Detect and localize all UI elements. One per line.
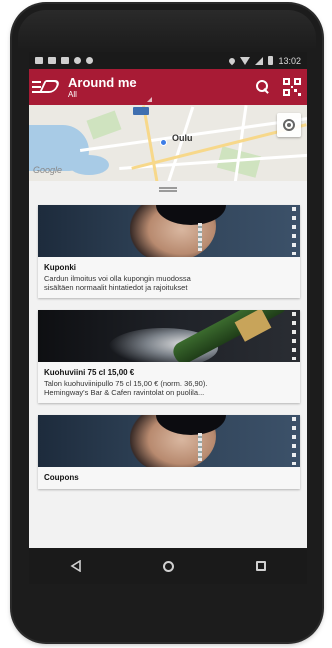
coupon-perforation — [292, 416, 296, 465]
android-nav-bar — [29, 548, 307, 584]
message-icon — [35, 57, 43, 64]
offer-card[interactable]: Kuohuviini 75 cl 15,00 € Talon kuohuviin… — [38, 309, 300, 403]
crosshair-icon — [283, 119, 295, 131]
page-title: Around me — [68, 74, 137, 90]
offer-title: Kuohuviini 75 cl 15,00 € — [44, 367, 135, 377]
drag-handle-icon — [159, 186, 177, 192]
map-road — [166, 106, 195, 181]
location-filter-dropdown[interactable]: Around me All — [68, 76, 137, 99]
earring — [198, 432, 202, 461]
drag-handle[interactable] — [29, 181, 307, 197]
offer-description-line: sisältäen normaalit hintatiedot ja rajoi… — [44, 283, 188, 293]
app-bar: Around me All — [29, 69, 307, 105]
menu-logo-icon[interactable] — [32, 77, 62, 97]
my-location-button[interactable] — [277, 113, 301, 137]
offer-list[interactable]: Kuponki Cardun ilmoitus voi olla kupongi… — [29, 197, 307, 489]
coupon-perforation — [292, 311, 296, 360]
offer-description-line: Hemingway's Bar & Cafen ravintolat on pu… — [44, 388, 205, 398]
offer-image — [38, 414, 300, 467]
map-water — [69, 155, 109, 175]
signal-icon — [255, 56, 264, 65]
tag-icon — [38, 80, 62, 93]
battery-icon — [268, 56, 274, 65]
offer-description-line: Talon kuohuviinipullo 75 cl 15,00 € (nor… — [44, 378, 208, 388]
bug-icon — [86, 57, 93, 64]
offer-body: Coupons — [38, 466, 300, 489]
coupon-perforation — [292, 207, 296, 255]
location-icon — [228, 56, 237, 65]
earring — [198, 223, 202, 251]
image-icon — [48, 57, 56, 64]
offer-title: Coupons — [44, 472, 79, 482]
map-attribution: Google — [33, 165, 63, 175]
map-road — [119, 153, 307, 170]
recents-icon[interactable] — [256, 561, 267, 571]
offer-image — [38, 309, 300, 362]
download-icon — [74, 57, 81, 64]
status-time: 13:02 — [278, 55, 301, 66]
screen: 13:02 Around me All Oulu Google Kuponki … — [29, 52, 307, 548]
map-city-label: Oulu — [172, 133, 193, 143]
current-location-dot — [160, 139, 167, 146]
dropdown-indicator-icon — [147, 97, 152, 102]
notification-icons — [35, 57, 93, 64]
map-highway — [142, 105, 159, 181]
offer-image — [38, 205, 300, 257]
system-icons: 13:02 — [228, 55, 301, 66]
filter-subtitle: All — [68, 89, 77, 99]
offer-body: Kuponki Cardun ilmoitus voi olla kupongi… — [38, 257, 300, 298]
qr-code-icon[interactable] — [283, 78, 301, 96]
mail-icon — [61, 57, 69, 64]
map-view[interactable]: Oulu Google — [29, 105, 307, 181]
offer-card[interactable]: Kuponki Cardun ilmoitus voi olla kupongi… — [38, 205, 300, 298]
offer-card[interactable]: Coupons — [38, 414, 300, 489]
app-bar-actions — [255, 78, 301, 96]
offer-description-line: Cardun ilmoitus voi olla kupongin muodos… — [44, 274, 191, 283]
status-bar: 13:02 — [29, 52, 307, 69]
home-icon[interactable] — [163, 560, 175, 572]
phone-bezel — [18, 10, 316, 50]
offer-body: Kuohuviini 75 cl 15,00 € Talon kuohuviin… — [38, 361, 300, 403]
back-icon[interactable] — [70, 560, 82, 572]
map-park — [86, 110, 122, 140]
wifi-icon — [240, 56, 251, 65]
search-icon[interactable] — [255, 79, 271, 95]
offer-title: Kuponki — [44, 263, 76, 272]
road-shield — [133, 107, 149, 115]
